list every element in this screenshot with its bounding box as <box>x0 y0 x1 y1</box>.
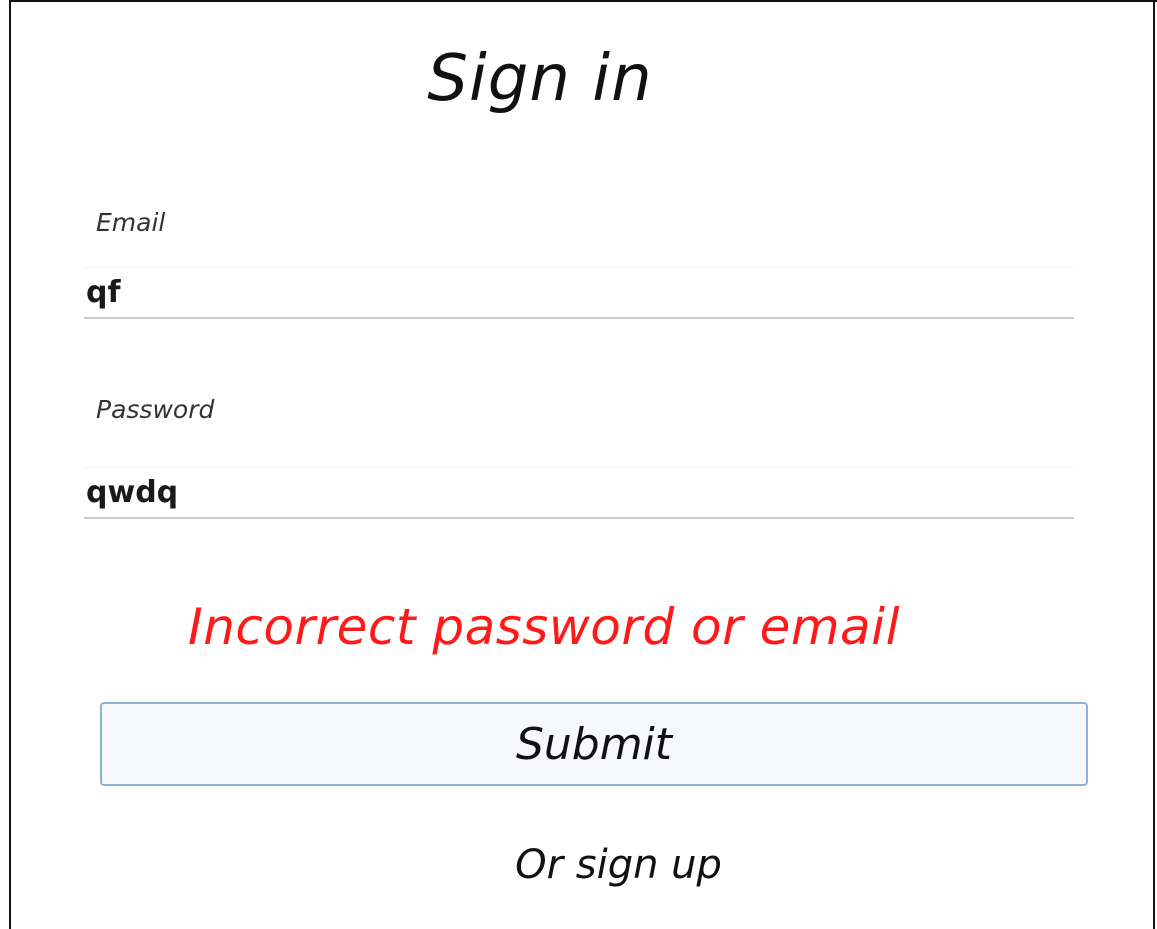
frame-left-border <box>9 0 11 929</box>
error-message: Incorrect password or email <box>188 598 900 656</box>
frame-right-border <box>1153 0 1155 929</box>
frame-top-border <box>9 0 1157 2</box>
submit-button[interactable]: Submit <box>100 702 1088 786</box>
sign-up-link[interactable]: Or sign up <box>0 842 1157 888</box>
email-label: Email <box>96 208 166 237</box>
page-title: Sign in <box>427 42 653 116</box>
password-label: Password <box>96 395 215 424</box>
email-field[interactable] <box>84 267 1074 319</box>
password-field[interactable] <box>84 467 1074 519</box>
